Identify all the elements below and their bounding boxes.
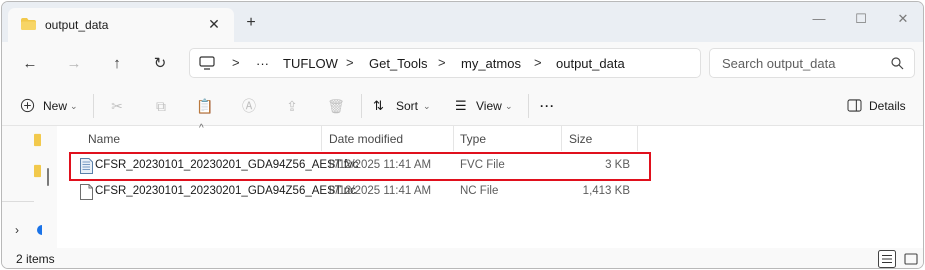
file-type: NC File [460, 185, 499, 197]
breadcrumb-output-data[interactable]: output_data [556, 56, 625, 71]
file-size: 1,413 KB [582, 185, 630, 197]
paste-icon[interactable]: 📋 [195, 96, 215, 116]
column-divider [637, 126, 638, 151]
details-view-icon[interactable] [878, 250, 896, 268]
chevron-down-icon: ⌄ [505, 101, 513, 111]
forward-button[interactable]: → [63, 53, 85, 75]
toolbar-divider [93, 94, 94, 118]
title-bar: output_data ✕ + — ☐ ✕ [2, 2, 923, 42]
item-count: 2 items [16, 252, 55, 266]
view-list-icon: ☰ [455, 98, 467, 113]
more-options-button[interactable]: ··· [540, 96, 555, 116]
sort-button[interactable]: ⇅ Sort ⌄ [371, 96, 435, 116]
tab-output-data[interactable]: output_data ✕ [8, 8, 234, 42]
breadcrumb-my-atmos[interactable]: my_atmos [461, 56, 521, 71]
view-button[interactable]: ☰ View ⌄ [453, 96, 519, 116]
chevron-right-icon[interactable]: › [15, 223, 19, 237]
folder-icon[interactable] [34, 164, 41, 178]
breadcrumb-get-tools[interactable]: Get_Tools [369, 56, 428, 71]
new-tab-button[interactable]: + [242, 14, 260, 32]
copy-icon[interactable]: ⧉ [151, 96, 171, 116]
toolbar-divider [528, 94, 529, 118]
column-header-name[interactable]: Name [88, 132, 120, 146]
details-label: Details [869, 99, 906, 113]
breadcrumb-separator: > [232, 55, 240, 70]
share-icon[interactable]: ⇪ [282, 96, 302, 116]
column-divider [453, 126, 454, 151]
address-bar[interactable]: > ··· TUFLOW > Get_Tools > my_atmos > ou… [189, 48, 701, 78]
sort-icon: ⇅ [373, 98, 384, 113]
column-header-size[interactable]: Size [569, 132, 592, 146]
table-row[interactable]: CFSR_20230101_20230201_GDA94Z56_AEST.nc … [71, 180, 638, 204]
breadcrumb-separator: > [534, 55, 542, 70]
nc-file-icon [80, 184, 93, 200]
new-button[interactable]: New ⌄ [16, 96, 86, 116]
command-bar: New ⌄ ✂ ⧉ 📋 Ⓐ ⇪ 🗑 ⇅ Sort ⌄ ☰ View ⌄ ··· [2, 86, 923, 126]
highlight-box [69, 152, 651, 181]
breadcrumb-overflow[interactable]: ··· [256, 56, 269, 71]
sort-label: Sort [396, 99, 419, 113]
column-header-date[interactable]: Date modified [329, 132, 403, 146]
toolbar-divider [361, 94, 362, 118]
file-name: CFSR_20230101_20230201_GDA94Z56_AEST.nc [95, 185, 356, 197]
navigation-pane: › [2, 126, 57, 248]
refresh-button[interactable]: ↻ [149, 53, 171, 75]
minimize-button[interactable]: — [796, 8, 842, 30]
details-pane-icon [847, 99, 862, 112]
file-list: ^ Name Date modified Type Size CFSR_2023… [57, 123, 923, 248]
view-label: View [476, 99, 502, 113]
folder-icon[interactable] [34, 133, 41, 147]
delete-icon[interactable]: 🗑 [326, 96, 346, 116]
network-icon[interactable] [37, 225, 42, 235]
back-button[interactable]: ← [19, 53, 41, 75]
column-header-type[interactable]: Type [460, 132, 486, 146]
sort-ascending-icon: ^ [199, 123, 204, 134]
chevron-down-icon: ⌄ [70, 101, 78, 111]
rename-icon[interactable]: Ⓐ [239, 96, 259, 116]
close-window-button[interactable]: ✕ [880, 8, 923, 30]
tab-title: output_data [45, 18, 109, 32]
cut-icon[interactable]: ✂ [107, 96, 127, 116]
plus-circle-icon [20, 98, 35, 113]
column-divider [321, 126, 322, 151]
pane-scrollbar[interactable] [47, 168, 49, 186]
breadcrumb-tuflow[interactable]: TUFLOW [283, 56, 338, 71]
status-bar: 2 items [2, 248, 923, 268]
search-box[interactable]: Search output_data [709, 48, 915, 78]
tiles-view-icon[interactable] [902, 250, 920, 268]
folder-icon [21, 18, 36, 30]
maximize-button[interactable]: ☐ [838, 8, 884, 30]
breadcrumb-separator: > [346, 55, 354, 70]
this-pc-icon [199, 56, 215, 70]
column-divider [561, 126, 562, 151]
file-date: 8/12/2025 11:41 AM [329, 185, 432, 197]
navigation-bar: ← → ↑ ↻ > ··· TUFLOW > Get_Tools > my_at… [2, 42, 923, 86]
close-tab-icon[interactable]: ✕ [205, 15, 223, 33]
breadcrumb-separator: > [438, 55, 446, 70]
file-explorer-window: output_data ✕ + — ☐ ✕ ← → ↑ ↻ > ··· TUFL… [1, 1, 924, 269]
new-label: New [43, 99, 68, 113]
details-button[interactable]: Details [846, 96, 912, 116]
pane-divider [2, 201, 34, 202]
search-icon [891, 57, 904, 70]
search-input[interactable]: Search output_data [722, 56, 835, 71]
up-button[interactable]: ↑ [106, 53, 128, 75]
chevron-down-icon: ⌄ [423, 101, 431, 111]
